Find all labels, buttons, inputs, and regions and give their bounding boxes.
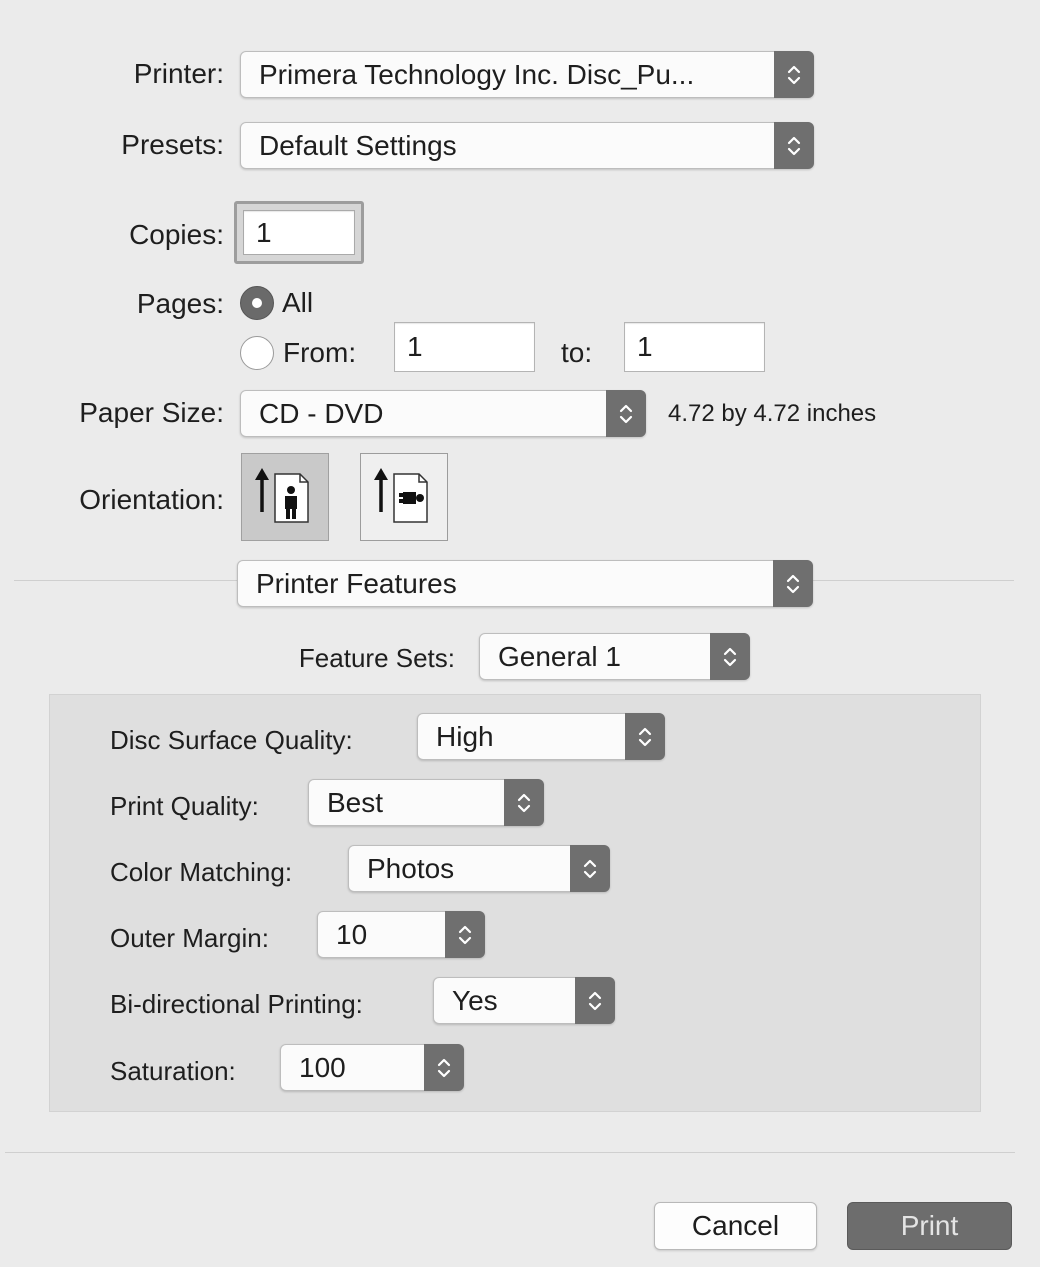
print-button[interactable]: Print (847, 1202, 1012, 1250)
feature-sets-value: General 1 (498, 640, 621, 672)
color-matching-value: Photos (367, 852, 455, 884)
chevron-up-down-icon (424, 1044, 464, 1091)
bidirectional-printing-value: Yes (452, 984, 498, 1016)
pages-all-radio[interactable] (240, 286, 274, 320)
footer-divider (5, 1152, 1015, 1153)
copies-focus-ring: 1 (234, 201, 364, 264)
chevron-up-down-icon (606, 390, 646, 437)
pages-from-radio[interactable] (240, 336, 274, 370)
copies-label: Copies: (129, 219, 224, 250)
chevron-up-down-icon (504, 779, 544, 826)
saturation-popup[interactable]: 100 (280, 1044, 464, 1091)
saturation-value: 100 (299, 1051, 346, 1083)
paper-size-popup[interactable]: CD - DVD (240, 390, 646, 437)
printer-label: Printer: (133, 58, 224, 89)
pages-label: Pages: (136, 288, 224, 319)
chevron-up-down-icon (774, 122, 814, 169)
presets-label: Presets: (121, 129, 224, 160)
feature-sets-label: Feature Sets: (298, 643, 455, 673)
chevron-up-down-icon (445, 911, 485, 958)
print-quality-popup[interactable]: Best (308, 779, 544, 826)
orientation-label: Orientation: (79, 484, 224, 515)
chevron-up-down-icon (710, 633, 750, 680)
copies-input[interactable]: 1 (243, 210, 355, 255)
outer-margin-value: 10 (336, 918, 368, 950)
pages-to-label: to: (561, 337, 593, 368)
print-quality-value: Best (327, 786, 384, 818)
section-popup[interactable]: Printer Features (237, 560, 813, 607)
chevron-up-down-icon (625, 713, 665, 760)
chevron-up-down-icon (773, 560, 813, 607)
cancel-button[interactable]: Cancel (654, 1202, 817, 1250)
pages-to-input[interactable]: 1 (624, 322, 765, 372)
bidirectional-printing-popup[interactable]: Yes (433, 977, 615, 1024)
color-matching-popup[interactable]: Photos (348, 845, 610, 892)
disc-surface-quality-label: Disc Surface Quality: (110, 725, 353, 755)
saturation-label: Saturation: (110, 1056, 236, 1086)
chevron-up-down-icon (575, 977, 615, 1024)
outer-margin-label: Outer Margin: (110, 923, 269, 953)
bidirectional-printing-label: Bi-directional Printing: (110, 989, 363, 1019)
feature-sets-popup[interactable]: General 1 (479, 633, 750, 680)
outer-margin-popup[interactable]: 10 (317, 911, 485, 958)
paper-size-value: CD - DVD (259, 397, 384, 429)
chevron-up-down-icon (774, 51, 814, 98)
print-quality-label: Print Quality: (110, 791, 259, 821)
pages-all-label: All (282, 287, 314, 318)
landscape-orientation-icon (374, 468, 428, 523)
portrait-orientation-button[interactable] (241, 453, 329, 541)
landscape-orientation-button[interactable] (360, 453, 448, 541)
disc-surface-quality-popup[interactable]: High (417, 713, 665, 760)
color-matching-label: Color Matching: (110, 857, 293, 887)
chevron-up-down-icon (570, 845, 610, 892)
disc-surface-quality-value: High (436, 720, 494, 752)
section-value: Printer Features (256, 567, 457, 599)
printer-popup[interactable]: Primera Technology Inc. Disc_Pu... (240, 51, 814, 98)
printer-value: Primera Technology Inc. Disc_Pu... (259, 58, 695, 90)
paper-size-dimensions: 4.72 by 4.72 inches (668, 400, 877, 427)
portrait-orientation-icon (255, 468, 309, 523)
paper-size-label: Paper Size: (79, 397, 224, 428)
presets-value: Default Settings (259, 129, 457, 161)
pages-from-label: From: (283, 337, 357, 368)
pages-from-input[interactable]: 1 (394, 322, 535, 372)
presets-popup[interactable]: Default Settings (240, 122, 814, 169)
